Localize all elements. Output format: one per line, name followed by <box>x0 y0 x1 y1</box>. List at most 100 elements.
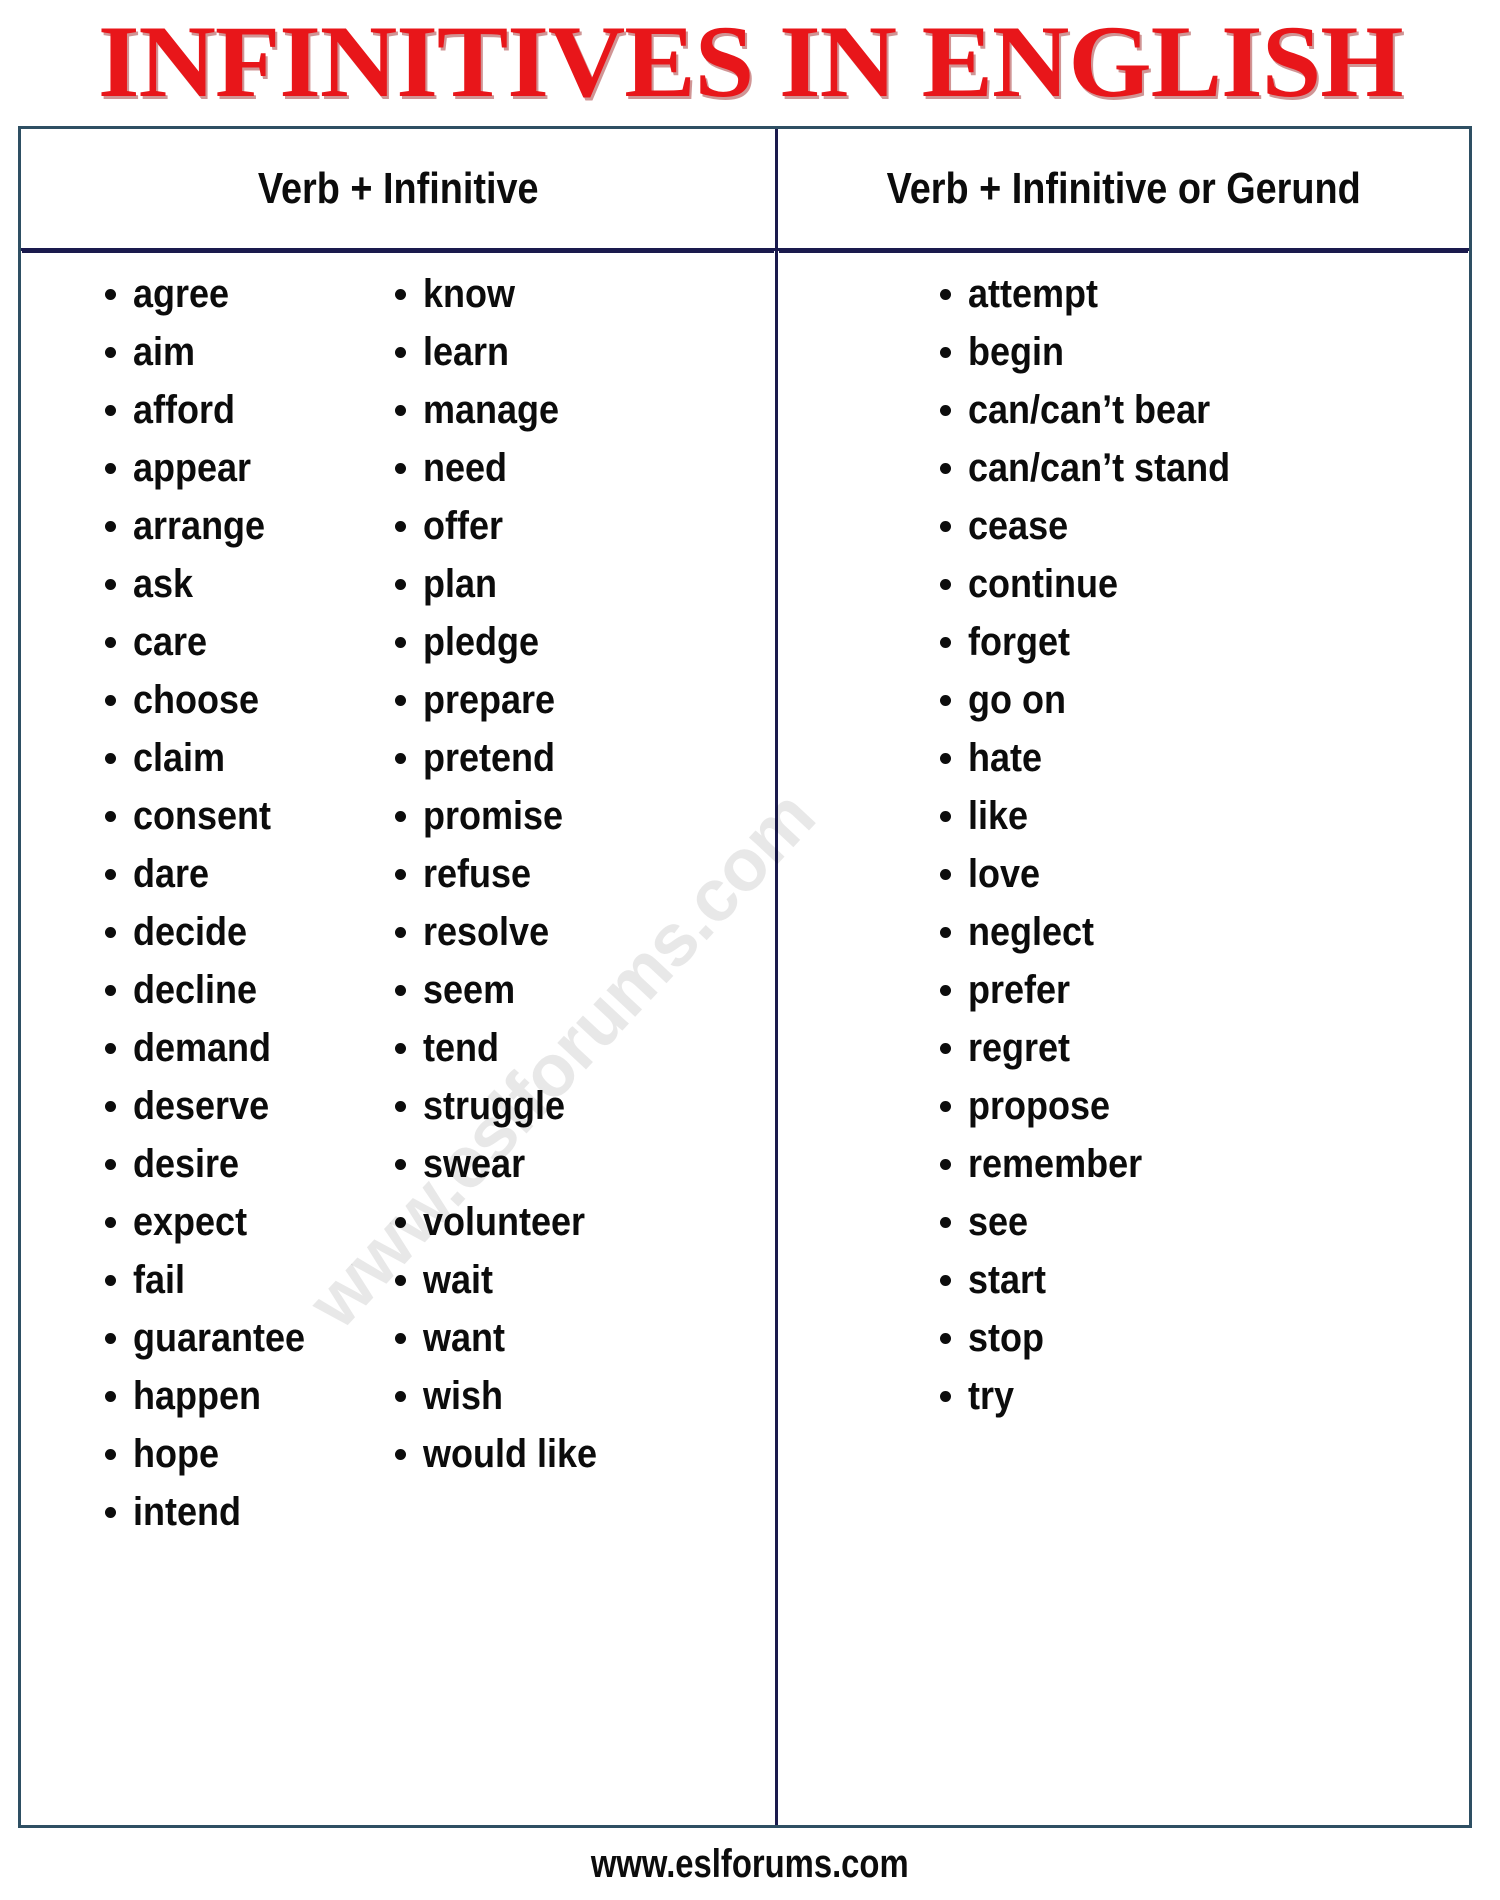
list-item[interactable]: neglect <box>934 903 1314 961</box>
bullet-icon <box>105 1507 116 1518</box>
list-item-label: want <box>423 1316 506 1360</box>
list-item[interactable]: promise <box>389 787 689 845</box>
list-item[interactable]: intend <box>99 1483 379 1541</box>
list-item[interactable]: continue <box>934 555 1314 613</box>
list-item[interactable]: learn <box>389 323 689 381</box>
list-item-label: promise <box>423 794 564 838</box>
list-item[interactable]: deserve <box>99 1077 379 1135</box>
list-item-label: claim <box>133 736 226 780</box>
list-item-label: try <box>967 1374 1014 1418</box>
bullet-icon <box>939 521 951 532</box>
list-item[interactable]: resolve <box>389 903 689 961</box>
list-item[interactable]: tend <box>389 1019 689 1077</box>
list-item-label: regret <box>967 1026 1070 1070</box>
column-verb-infinitive: Verb + Infinitive agree aim afford appea… <box>21 129 775 1825</box>
bullet-icon <box>395 927 406 938</box>
bullet-icon <box>939 289 951 300</box>
bullet-icon <box>395 869 406 880</box>
list-item[interactable]: begin <box>934 323 1314 381</box>
list-item[interactable]: pretend <box>389 729 689 787</box>
list-item[interactable]: desire <box>99 1135 379 1193</box>
list-item-label: need <box>423 446 508 490</box>
bullet-icon <box>939 1043 951 1054</box>
list-item[interactable]: care <box>99 613 379 671</box>
list-item[interactable]: wait <box>389 1251 689 1309</box>
list-item-label: love <box>967 852 1040 896</box>
column-header-label: Verb + Infinitive or Gerund <box>886 163 1361 213</box>
list-item[interactable]: offer <box>389 497 689 555</box>
bullet-icon <box>939 695 951 706</box>
list-item[interactable]: can/can’t stand <box>934 439 1314 497</box>
list-item[interactable]: go on <box>934 671 1314 729</box>
bullet-icon <box>105 405 116 416</box>
list-item[interactable]: remember <box>934 1135 1314 1193</box>
list-item[interactable]: like <box>934 787 1314 845</box>
list-item-label: learn <box>423 330 510 374</box>
list-item[interactable]: appear <box>99 439 379 497</box>
list-item[interactable]: struggle <box>389 1077 689 1135</box>
list-item[interactable]: hope <box>99 1425 379 1483</box>
list-item[interactable]: see <box>934 1193 1314 1251</box>
list-item[interactable]: propose <box>934 1077 1314 1135</box>
list-item-label: intend <box>133 1490 241 1534</box>
list-item[interactable]: love <box>934 845 1314 903</box>
list-item[interactable]: want <box>389 1309 689 1367</box>
list-item[interactable]: agree <box>99 265 379 323</box>
list-item[interactable]: demand <box>99 1019 379 1077</box>
list-item[interactable]: swear <box>389 1135 689 1193</box>
list-item[interactable]: aim <box>99 323 379 381</box>
list-item-label: prepare <box>423 678 556 722</box>
list-item[interactable]: cease <box>934 497 1314 555</box>
list-item-label: pretend <box>423 736 556 780</box>
bullet-icon <box>395 1217 406 1228</box>
list-item[interactable]: try <box>934 1367 1314 1425</box>
list-item[interactable]: arrange <box>99 497 379 555</box>
list-item[interactable]: need <box>389 439 689 497</box>
list-item[interactable]: would like <box>389 1425 689 1483</box>
list-item[interactable]: prefer <box>934 961 1314 1019</box>
list-item[interactable]: forget <box>934 613 1314 671</box>
list-item[interactable]: decide <box>99 903 379 961</box>
list-item[interactable]: regret <box>934 1019 1314 1077</box>
list-item[interactable]: wish <box>389 1367 689 1425</box>
list-item[interactable]: consent <box>99 787 379 845</box>
bullet-icon <box>105 1391 116 1402</box>
list-item[interactable]: know <box>389 265 689 323</box>
list-item[interactable]: fail <box>99 1251 379 1309</box>
page-title: INFINITIVES IN ENGLISH <box>97 4 1404 119</box>
list-item[interactable]: dare <box>99 845 379 903</box>
list-item[interactable]: stop <box>934 1309 1314 1367</box>
list-item[interactable]: pledge <box>389 613 689 671</box>
bullet-icon <box>395 1043 406 1054</box>
list-item[interactable]: ask <box>99 555 379 613</box>
list-item[interactable]: can/can’t bear <box>934 381 1314 439</box>
bullet-icon <box>395 405 406 416</box>
list-item[interactable]: hate <box>934 729 1314 787</box>
bullet-icon <box>105 347 116 358</box>
list-item-label: fail <box>133 1258 186 1302</box>
list-item[interactable]: volunteer <box>389 1193 689 1251</box>
list-item[interactable]: choose <box>99 671 379 729</box>
list-item-label: swear <box>423 1142 526 1186</box>
list-item[interactable]: happen <box>99 1367 379 1425</box>
list-item[interactable]: start <box>934 1251 1314 1309</box>
list-item[interactable]: manage <box>389 381 689 439</box>
list-item[interactable]: seem <box>389 961 689 1019</box>
bullet-icon <box>939 1217 951 1228</box>
bullet-icon <box>395 1101 406 1112</box>
list-item[interactable]: expect <box>99 1193 379 1251</box>
bullet-icon <box>105 753 116 764</box>
list-item[interactable]: afford <box>99 381 379 439</box>
column-header-label: Verb + Infinitive <box>257 163 539 213</box>
list-item[interactable]: refuse <box>389 845 689 903</box>
list-item[interactable]: claim <box>99 729 379 787</box>
list-item[interactable]: plan <box>389 555 689 613</box>
bullet-icon <box>395 463 406 474</box>
list-item[interactable]: attempt <box>934 265 1314 323</box>
list-item[interactable]: guarantee <box>99 1309 379 1367</box>
bullet-icon <box>939 1159 951 1170</box>
list-item[interactable]: prepare <box>389 671 689 729</box>
bullet-icon <box>395 289 406 300</box>
list-item-label: pledge <box>423 620 540 664</box>
list-item[interactable]: decline <box>99 961 379 1019</box>
